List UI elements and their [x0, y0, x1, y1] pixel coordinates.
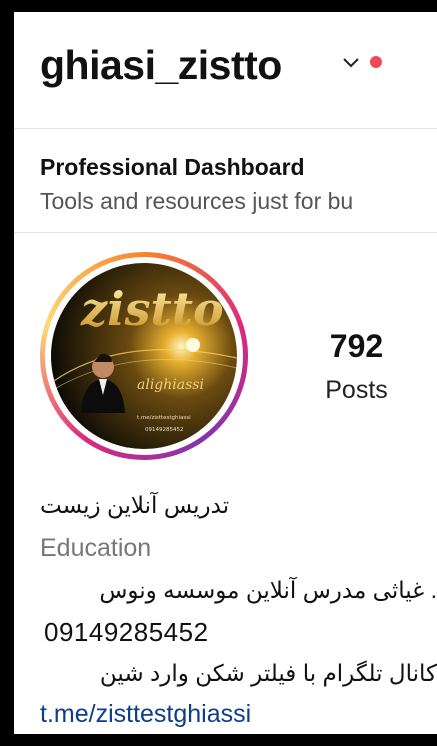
- profile-header: ghiasi_zistto: [14, 12, 437, 115]
- avatar-phone-text: 09149285452: [145, 427, 184, 433]
- chevron-down-icon[interactable]: [342, 56, 360, 70]
- dashboard-title: Professional Dashboard: [40, 154, 305, 180]
- posts-label[interactable]: Posts: [284, 376, 429, 405]
- dashboard-divider: [14, 232, 437, 233]
- bio-link[interactable]: t.me/zisttestghiassi: [40, 700, 437, 729]
- bio-category: Education: [40, 534, 152, 562]
- professional-dashboard-card[interactable]: Professional Dashboard Tools and resourc…: [14, 130, 437, 230]
- avatar-artwork: zistto alighiassi t.me/zisttestghiassi 0…: [51, 263, 237, 449]
- bio-line-1: . غیاثی مدرس آنلاین موسسه ونوس: [99, 577, 437, 603]
- avatar-link-text: t.me/zisttestghiassi: [137, 415, 191, 421]
- bio-phone: 09149285452: [44, 617, 209, 647]
- avatar-image: zistto alighiassi t.me/zisttestghiassi 0…: [51, 263, 237, 449]
- bio-display-name: تدریس آنلاین زیست: [40, 492, 230, 518]
- avatar[interactable]: zistto alighiassi t.me/zisttestghiassi 0…: [40, 252, 248, 460]
- avatar-name-text: alighiassi: [137, 377, 204, 393]
- dashboard-subtitle: Tools and resources just for bu: [40, 188, 354, 214]
- username-title[interactable]: ghiasi_zistto: [40, 42, 282, 89]
- posts-count[interactable]: 792: [284, 328, 429, 365]
- bio-line-2: کانال تلگرام با فیلتر شکن وارد شین: [99, 660, 437, 686]
- header-divider: [14, 128, 437, 129]
- avatar-logo-text: zistto: [80, 282, 224, 336]
- profile-screen: ghiasi_zistto Professional Dashboard Too…: [14, 12, 437, 734]
- avatar-ring-gap: zistto alighiassi t.me/zisttestghiassi 0…: [45, 257, 243, 455]
- notification-dot: [370, 56, 382, 68]
